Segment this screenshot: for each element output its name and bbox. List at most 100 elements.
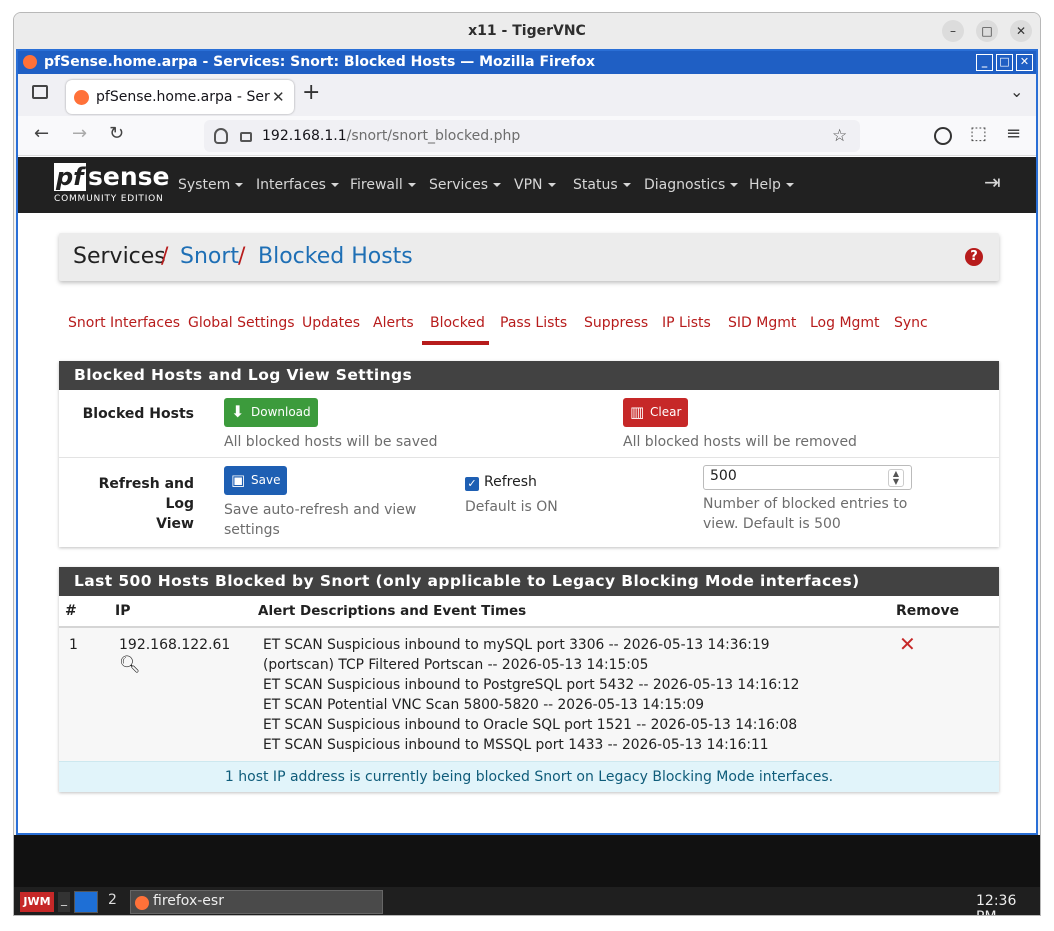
account-icon[interactable] — [934, 127, 952, 145]
forward-icon[interactable]: → — [72, 123, 87, 144]
logo-sense: sense — [88, 162, 170, 191]
bookmark-star-icon[interactable]: ☆ — [832, 120, 847, 152]
refresh-log-label: Refresh and Log View — [98, 476, 194, 532]
refresh-checkbox-label: Refresh — [484, 474, 537, 490]
clear-help: All blocked hosts will be removed — [623, 434, 857, 450]
menu-icon[interactable]: ≡ — [1006, 123, 1021, 144]
show-desktop-icon[interactable]: _ — [58, 892, 70, 912]
active-tab-indicator — [422, 341, 489, 345]
menu-services[interactable]: Services — [429, 157, 502, 213]
tab-log-mgmt[interactable]: Log Mgmt — [810, 315, 880, 331]
ff-close-button[interactable]: ✕ — [1016, 54, 1033, 71]
firefox-taskbar-icon — [135, 896, 149, 910]
save-icon: ▣ — [231, 471, 246, 489]
url-bar[interactable]: 192.168.1.1/snort/snort_blocked.php ☆ — [204, 120, 860, 152]
firefox-favicon-icon — [74, 90, 89, 105]
firefox-title-bar: pfSense.home.arpa - Services: Snort: Blo… — [18, 51, 1036, 74]
start-menu-icon[interactable]: JWM — [20, 892, 54, 912]
menu-vpn[interactable]: VPN — [514, 157, 556, 213]
row-alerts: ET SCAN Suspicious inbound to mySQL port… — [263, 635, 799, 755]
tab-global-settings[interactable]: Global Settings — [188, 315, 295, 331]
breadcrumb-snort[interactable]: Snort — [180, 233, 239, 281]
tab-pass-lists[interactable]: Pass Lists — [500, 315, 567, 331]
save-help: Save auto-refresh and view settings — [224, 502, 417, 538]
desktop-2[interactable]: 2 — [108, 892, 117, 908]
shield-icon[interactable] — [214, 128, 228, 144]
menu-system[interactable]: System — [178, 157, 244, 213]
trash-icon: ▥ — [630, 403, 645, 421]
save-button[interactable]: ▣ Save — [224, 466, 288, 495]
tab-suppress[interactable]: Suppress — [584, 315, 648, 331]
alert-line: ET SCAN Suspicious inbound to mySQL port… — [263, 637, 770, 653]
help-icon[interactable]: ? — [965, 248, 983, 266]
tab-sync[interactable]: Sync — [894, 315, 928, 331]
divider — [59, 457, 999, 458]
tab-bar: pfSense.home.arpa - Ser ✕ + ⌄ — [18, 74, 1036, 116]
remove-icon[interactable]: ✕ — [899, 632, 916, 656]
menu-diagnostics[interactable]: Diagnostics — [644, 157, 739, 213]
caret-icon — [547, 183, 556, 187]
ff-maximize-button[interactable]: □ — [996, 54, 1013, 71]
new-tab-icon[interactable]: + — [302, 80, 320, 105]
menu-status[interactable]: Status — [573, 157, 631, 213]
row-ip: 192.168.122.61 — [119, 637, 231, 653]
caret-icon — [622, 183, 631, 187]
entries-input[interactable]: 500 ▲ ▼ — [703, 465, 912, 490]
entries-help: Number of blocked entries to view. Defaul… — [703, 496, 908, 532]
close-button[interactable]: ✕ — [1010, 20, 1032, 42]
back-icon[interactable]: ← — [34, 123, 49, 144]
extensions-icon[interactable]: ⬚ — [970, 123, 987, 144]
logo-edition: COMMUNITY EDITION — [54, 194, 164, 204]
tab-ip-lists[interactable]: IP Lists — [662, 315, 711, 331]
blocked-panel-title: Last 500 Hosts Blocked by Snort (only ap… — [59, 567, 999, 596]
url-path: /snort/snort_blocked.php — [346, 128, 521, 144]
taskbar-firefox[interactable]: firefox-esr — [130, 890, 383, 914]
tab-snort-interfaces[interactable]: Snort Interfaces — [68, 315, 180, 331]
breadcrumb-sep: / — [238, 244, 246, 269]
tab-sid-mgmt[interactable]: SID Mgmt — [728, 315, 796, 331]
lock-icon[interactable] — [240, 132, 252, 142]
logo-pf: pf — [54, 163, 86, 191]
firefox-window: pfSense.home.arpa - Services: Snort: Blo… — [16, 49, 1038, 835]
pfsense-logo[interactable]: pf sense COMMUNITY EDITION — [54, 159, 169, 209]
tab-alerts[interactable]: Alerts — [373, 315, 414, 331]
taskbar: JWM _ 2 firefox-esr 12:36 PM — [14, 887, 1040, 915]
logout-icon[interactable]: ⇥ — [984, 170, 1001, 194]
window-title: pfSense.home.arpa - Services: Snort: Blo… — [44, 54, 595, 70]
breadcrumb-blocked-hosts[interactable]: Blocked Hosts — [258, 233, 413, 281]
download-button[interactable]: ⬇ Download — [224, 398, 318, 427]
menu-interfaces[interactable]: Interfaces — [256, 157, 339, 213]
refresh-help: Default is ON — [465, 499, 558, 515]
minimize-button[interactable]: – — [942, 20, 964, 42]
nav-bar: ← → ↻ 192.168.1.1/snort/snort_blocked.ph… — [18, 116, 1036, 156]
search-icon[interactable]: 🔍︎ — [119, 655, 141, 675]
tab-blocked[interactable]: Blocked — [430, 315, 485, 331]
pfsense-page: pf sense COMMUNITY EDITION System Interf… — [18, 157, 1036, 833]
alert-line: ET SCAN Suspicious inbound to PostgreSQL… — [263, 677, 800, 693]
caret-icon — [493, 183, 502, 187]
row-num: 1 — [69, 637, 78, 653]
menu-firewall[interactable]: Firewall — [350, 157, 416, 213]
refresh-checkbox[interactable]: ✓ — [465, 477, 479, 491]
entries-value: 500 — [710, 468, 737, 484]
desktop-1[interactable] — [74, 891, 98, 913]
caret-icon — [785, 183, 794, 187]
caret-icon — [407, 183, 416, 187]
menu-help[interactable]: Help — [749, 157, 794, 213]
spinner-icon[interactable]: ▲ ▼ — [888, 469, 904, 487]
clear-button[interactable]: ▥ Clear — [623, 398, 689, 427]
caret-icon — [730, 183, 739, 187]
tab-updates[interactable]: Updates — [302, 315, 360, 331]
desktop-area — [14, 835, 1040, 887]
col-remove: Remove — [896, 603, 960, 619]
tab-list-icon[interactable] — [32, 85, 48, 99]
chevron-down-icon[interactable]: ⌄ — [1010, 82, 1023, 101]
tab-pfsense[interactable]: pfSense.home.arpa - Ser ✕ — [66, 80, 294, 114]
tab-close-icon[interactable]: ✕ — [272, 80, 285, 114]
ff-minimize-button[interactable]: _ — [976, 54, 993, 71]
table-row: 1 192.168.122.61 🔍︎ ET SCAN Suspicious i… — [59, 628, 999, 761]
reload-icon[interactable]: ↻ — [109, 123, 124, 144]
maximize-button[interactable]: □ — [976, 20, 998, 42]
blocked-hosts-panel: Last 500 Hosts Blocked by Snort (only ap… — [59, 567, 999, 792]
breadcrumb-sep: / — [161, 244, 169, 269]
